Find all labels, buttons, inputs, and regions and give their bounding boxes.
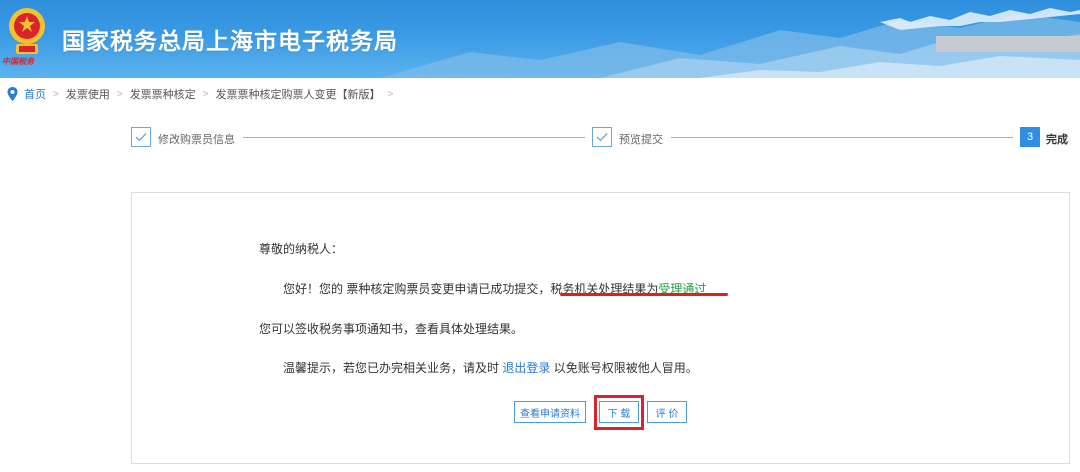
notice-text: 您可以签收税务事项通知书，查看具体处理结果。 bbox=[259, 322, 524, 336]
breadcrumb-separator: > bbox=[53, 88, 59, 100]
step-2-check-icon bbox=[592, 127, 612, 147]
breadcrumb-home[interactable]: 首页 bbox=[24, 86, 46, 102]
location-pin-icon bbox=[7, 87, 18, 101]
step-3-number: 3 bbox=[1020, 127, 1040, 147]
site-title: 国家税务总局上海市电子税务局 bbox=[62, 29, 398, 55]
breadcrumb: 首页 > 发票使用 > 发票票种核定 > 发票票种核定购票人变更【新版】 > bbox=[0, 78, 1080, 110]
progress-steps: 修改购票员信息 预览提交 3 完成 bbox=[0, 120, 1080, 156]
breadcrumb-separator: > bbox=[116, 88, 123, 100]
step-2-label: 预览提交 bbox=[619, 134, 663, 146]
breadcrumb-item-current: 发票票种核定购票人变更【新版】 bbox=[215, 89, 381, 101]
breadcrumb-separator: > bbox=[202, 88, 209, 100]
logout-link[interactable]: 退出登录 bbox=[502, 361, 550, 375]
reminder-prefix: 温馨提示，若您已办完相关业务，请及时 bbox=[283, 361, 500, 375]
user-info-box[interactable] bbox=[936, 36, 1080, 52]
step-3-label: 完成 bbox=[1046, 134, 1068, 146]
breadcrumb-separator: > bbox=[387, 88, 394, 100]
step-connector bbox=[243, 137, 585, 138]
breadcrumb-item-invoice-type[interactable]: 发票票种核定 bbox=[130, 86, 196, 102]
step-1-label: 修改购票员信息 bbox=[158, 134, 235, 146]
rate-button[interactable]: 评 价 bbox=[647, 401, 687, 423]
red-underline-annotation bbox=[560, 293, 728, 296]
reminder-suffix: 以免账号权限被他人冒用。 bbox=[553, 361, 698, 375]
breadcrumb-item-invoice-use[interactable]: 发票使用 bbox=[66, 86, 110, 102]
step-1-check-icon bbox=[131, 127, 151, 147]
tax-emblem-icon bbox=[9, 8, 45, 54]
reminder-text: 温馨提示，若您已办完相关业务，请及时 退出登录 以免账号权限被他人冒用。 bbox=[283, 359, 698, 376]
download-highlight-box bbox=[594, 395, 644, 430]
site-header: 中国税务 国家税务总局上海市电子税务局 bbox=[0, 0, 1080, 78]
emblem-caption: 中国税务 bbox=[2, 56, 34, 66]
greeting-text: 尊敬的纳税人： bbox=[259, 242, 344, 256]
step-connector bbox=[671, 137, 1013, 138]
view-application-button[interactable]: 查看申请资料 bbox=[514, 401, 586, 423]
result-panel: 尊敬的纳税人： 您好！您的 票种核定购票员变更申请已成功提交，税务机关处理结果为… bbox=[131, 192, 1070, 464]
